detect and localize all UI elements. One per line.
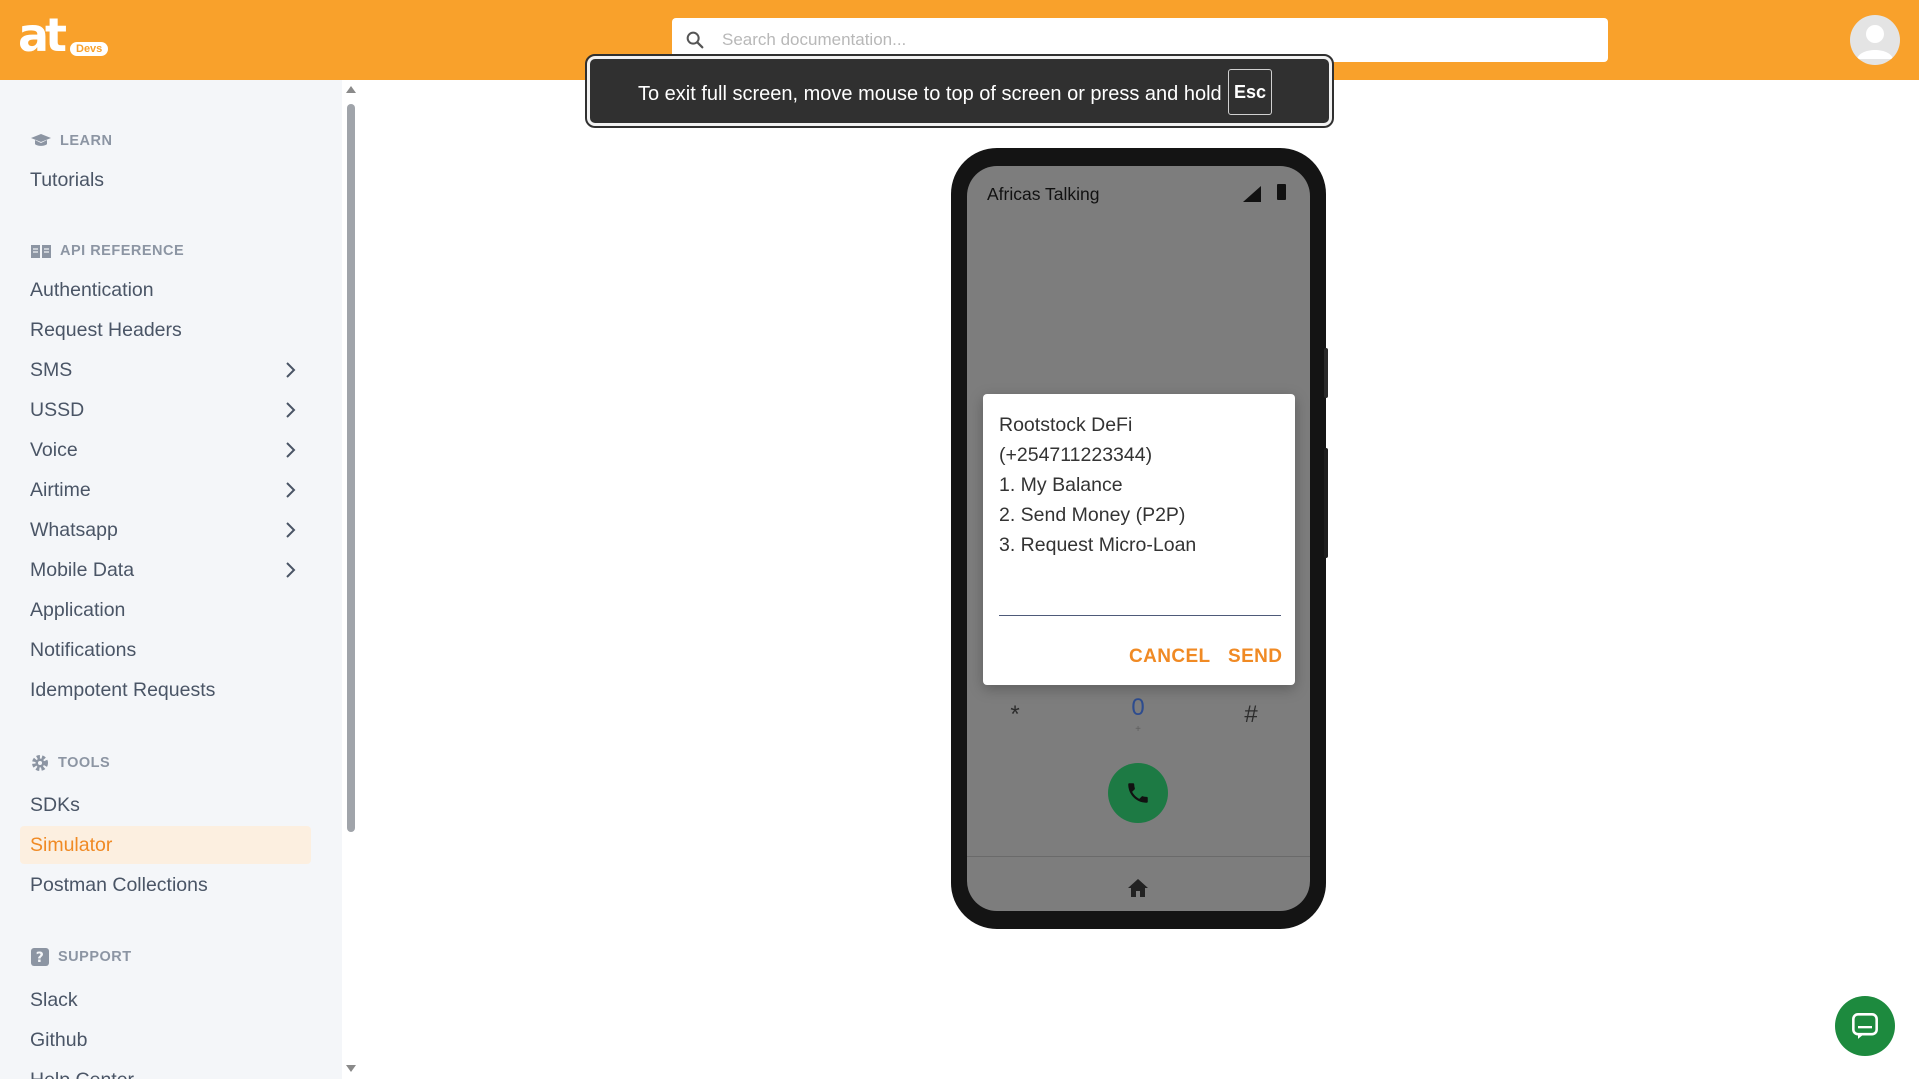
section-learn: LEARN (30, 131, 112, 151)
phone-side-button (1324, 348, 1328, 398)
chevron-right-icon (286, 482, 296, 498)
status-bar-title: Africas Talking (987, 184, 1100, 204)
search-icon (686, 31, 704, 49)
chevron-right-icon (286, 362, 296, 378)
ussd-dialog: Rootstock DeFi (+254711223344) 1. My Bal… (983, 394, 1295, 685)
book-icon (31, 245, 51, 258)
send-button[interactable]: SEND (1228, 646, 1282, 668)
sidebar-item-label: Tutorials (30, 168, 105, 191)
sidebar-item-label: Slack (30, 988, 78, 1011)
app-root: at Devs LEARN Tutorials (0, 0, 1919, 1079)
section-api-reference-label: API REFERENCE (60, 243, 185, 259)
sidebar-item-github[interactable]: Github (20, 1021, 311, 1059)
scrollbar-thumb[interactable] (347, 104, 355, 832)
sidebar-item-label: SDKs (30, 793, 80, 816)
chevron-right-icon (286, 442, 296, 458)
ussd-dialog-phone: (+254711223344) (999, 444, 1153, 466)
fullscreen-notice: To exit full screen, move mouse to top o… (585, 54, 1334, 128)
sidebar-item-label: Airtime (30, 478, 91, 501)
dial-key-star[interactable]: * (995, 701, 1035, 729)
section-api-reference: API REFERENCE (30, 241, 184, 261)
sidebar-item-slack[interactable]: Slack (20, 981, 311, 1019)
sidebar-item-label: Application (30, 598, 126, 621)
scroll-down-arrow-icon[interactable] (346, 1065, 356, 1072)
logo[interactable]: at Devs (18, 8, 118, 62)
sidebar-item-label: Whatsapp (30, 518, 118, 541)
phone-volume-button (1324, 448, 1328, 558)
avatar[interactable] (1850, 15, 1900, 65)
sidebar-item-postman-collections[interactable]: Postman Collections (20, 866, 311, 904)
user-icon (1857, 25, 1893, 59)
sidebar-item-airtime[interactable]: Airtime (20, 471, 311, 509)
sidebar-scrollbar[interactable] (342, 80, 360, 1079)
ussd-menu-option: 3. Request Micro-Loan (999, 534, 1197, 556)
call-button[interactable] (1108, 763, 1168, 823)
sidebar-item-whatsapp[interactable]: Whatsapp (20, 511, 311, 549)
sidebar-item-authentication[interactable]: Authentication (20, 271, 311, 309)
sidebar-item-label: Request Headers (30, 318, 182, 341)
sidebar-item-label: Mobile Data (30, 558, 135, 581)
sidebar: LEARN Tutorials API REFERENCE Authentica… (0, 80, 342, 1079)
logo-badge: Devs (70, 42, 109, 56)
sidebar-item-tutorials[interactable]: Tutorials (20, 161, 311, 199)
sidebar-item-label: Help Center (30, 1069, 134, 1079)
help-icon: ? (31, 948, 49, 966)
ussd-menu-option: 1. My Balance (999, 474, 1123, 496)
sidebar-item-label: Idempotent Requests (30, 678, 216, 701)
sidebar-item-label: Voice (30, 438, 78, 461)
sidebar-item-label: Notifications (30, 638, 137, 661)
chat-icon (1852, 1013, 1878, 1039)
chevron-right-icon (286, 562, 296, 578)
ussd-response-input[interactable] (999, 590, 1281, 616)
sidebar-item-label: Simulator (30, 833, 113, 856)
home-icon[interactable] (1127, 878, 1149, 898)
sidebar-item-application[interactable]: Application (20, 591, 311, 629)
section-learn-label: LEARN (60, 133, 113, 149)
phone-call-icon (1128, 783, 1148, 803)
battery-icon (1277, 184, 1286, 200)
sidebar-item-sdks[interactable]: SDKs (20, 786, 311, 824)
sidebar-item-mobile-data[interactable]: Mobile Data (20, 551, 311, 589)
chevron-right-icon (286, 402, 296, 418)
phone-nav-divider (967, 856, 1310, 857)
gear-icon (32, 755, 48, 771)
fullscreen-notice-text: To exit full screen, move mouse to top o… (638, 83, 1222, 105)
sidebar-item-simulator[interactable]: Simulator (20, 826, 311, 864)
section-tools-label: TOOLS (58, 755, 111, 771)
section-support-label: SUPPORT (58, 949, 132, 965)
esc-key-badge: Esc (1228, 69, 1272, 115)
sidebar-item-idempotent-requests[interactable]: Idempotent Requests (20, 671, 311, 709)
dial-key-zero-sub: + (1135, 724, 1141, 735)
scroll-up-arrow-icon[interactable] (346, 86, 356, 93)
sidebar-item-request-headers[interactable]: Request Headers (20, 311, 311, 349)
signal-icon (1243, 186, 1261, 202)
chat-launcher-button[interactable] (1835, 996, 1895, 1056)
sidebar-item-notifications[interactable]: Notifications (20, 631, 311, 669)
sidebar-item-sms[interactable]: SMS (20, 351, 311, 389)
sidebar-item-label: SMS (30, 358, 73, 381)
sidebar-item-label: Github (30, 1028, 88, 1051)
logo-text: at (18, 8, 67, 62)
graduation-cap-icon (31, 134, 51, 146)
section-support: ? SUPPORT (30, 947, 132, 967)
sidebar-item-help-center[interactable]: Help Center (20, 1061, 311, 1079)
section-tools: TOOLS (30, 753, 110, 773)
svg-text:?: ? (36, 950, 45, 966)
chevron-right-icon (286, 522, 296, 538)
sidebar-item-label: Authentication (30, 278, 154, 301)
sidebar-item-label: Postman Collections (30, 873, 208, 896)
cancel-button[interactable]: CANCEL (1129, 646, 1211, 668)
ussd-dialog-title: Rootstock DeFi (999, 414, 1133, 436)
dial-key-zero[interactable]: 0 (1118, 694, 1158, 722)
sidebar-item-ussd[interactable]: USSD (20, 391, 311, 429)
dial-key-hash[interactable]: # (1231, 701, 1271, 729)
sidebar-item-label: USSD (30, 398, 85, 421)
sidebar-item-voice[interactable]: Voice (20, 431, 311, 469)
ussd-menu-option: 2. Send Money (P2P) (999, 504, 1186, 526)
